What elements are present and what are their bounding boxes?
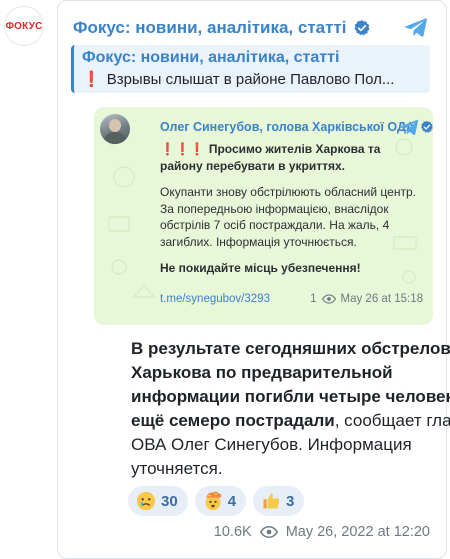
channel-avatar[interactable]: ФОКУС xyxy=(4,6,44,46)
telegram-icon[interactable] xyxy=(404,15,428,39)
reactions-bar: 30 4 3 xyxy=(128,486,305,516)
forwarded-author-name[interactable]: Олег Синегубов, голова Харківської ОДА xyxy=(160,120,415,134)
reply-title: Фокус: новини, аналітика, статті xyxy=(82,49,340,66)
forwarded-closing: Не покидайте місць убезпечення! xyxy=(160,261,361,275)
reaction-count: 3 xyxy=(286,492,295,510)
exploding-head-icon xyxy=(203,491,223,511)
forwarded-timestamp: May 26 at 15:18 xyxy=(340,293,423,305)
crying-face-icon xyxy=(136,491,156,511)
reaction-count: 4 xyxy=(227,492,237,510)
telegram-icon[interactable] xyxy=(399,117,419,137)
forwarded-views: 1 xyxy=(310,293,317,305)
eye-icon xyxy=(259,526,278,538)
forwarded-body: ❗❗❗ Просимо жителів Харкова та району пер… xyxy=(160,141,420,281)
post-timestamp: May 26, 2022 at 12:20 xyxy=(285,524,430,540)
reaction-exploding-head[interactable]: 4 xyxy=(194,486,247,516)
post-footer: 10.6K May 26, 2022 at 12:20 xyxy=(214,524,430,540)
verified-badge-icon xyxy=(353,20,370,36)
reaction-thumbs-up[interactable]: 3 xyxy=(253,486,305,516)
exclamation-icon: ❗ xyxy=(82,71,101,88)
verified-badge-icon xyxy=(421,120,433,133)
thumbs-up-icon xyxy=(261,491,281,511)
channel-title[interactable]: Фокус: новини, аналітика, статті xyxy=(73,18,347,38)
post-text: В результате сегодняшних обстрелов Харьк… xyxy=(131,337,450,481)
forwarded-meta: 1 May 26 at 15:18 xyxy=(310,293,423,305)
forwarded-link[interactable]: t.me/synegubov/3293 xyxy=(160,293,270,305)
channel-header: Фокус: новини, аналітика, статті xyxy=(73,15,436,41)
post-card: Фокус: новини, аналітика, статті Фокус: … xyxy=(57,0,450,559)
forwarded-author-avatar[interactable] xyxy=(100,114,130,144)
forwarded-footer: t.me/synegubov/3293 1 May 26 at 15:18 xyxy=(160,293,423,305)
forwarded-alert: ❗❗❗ Просимо жителів Харкова та району пер… xyxy=(160,141,420,174)
forwarded-author-row: Олег Синегубов, голова Харківської ОДА xyxy=(160,120,433,134)
reaction-count: 30 xyxy=(161,492,178,510)
reply-text: ❗ Взрывы слышат в районе Павлово Пол... xyxy=(82,70,422,88)
reaction-crying-face[interactable]: 30 xyxy=(128,486,188,516)
channel-avatar-text: ФОКУС xyxy=(5,20,43,32)
eye-icon xyxy=(321,294,336,304)
post-views: 10.6K xyxy=(213,524,252,540)
reply-snippet: Взрывы слышат в районе Павлово Пол... xyxy=(106,71,395,88)
exclamation-icon: ❗❗❗ xyxy=(160,142,205,156)
forwarded-message[interactable]: Олег Синегубов, голова Харківської ОДА ❗… xyxy=(94,107,433,325)
reply-quote[interactable]: Фокус: новини, аналітика, статті ❗ Взрывы… xyxy=(71,45,430,93)
forwarded-paragraph: Окупанти знову обстрілюють обласний цент… xyxy=(160,185,416,249)
